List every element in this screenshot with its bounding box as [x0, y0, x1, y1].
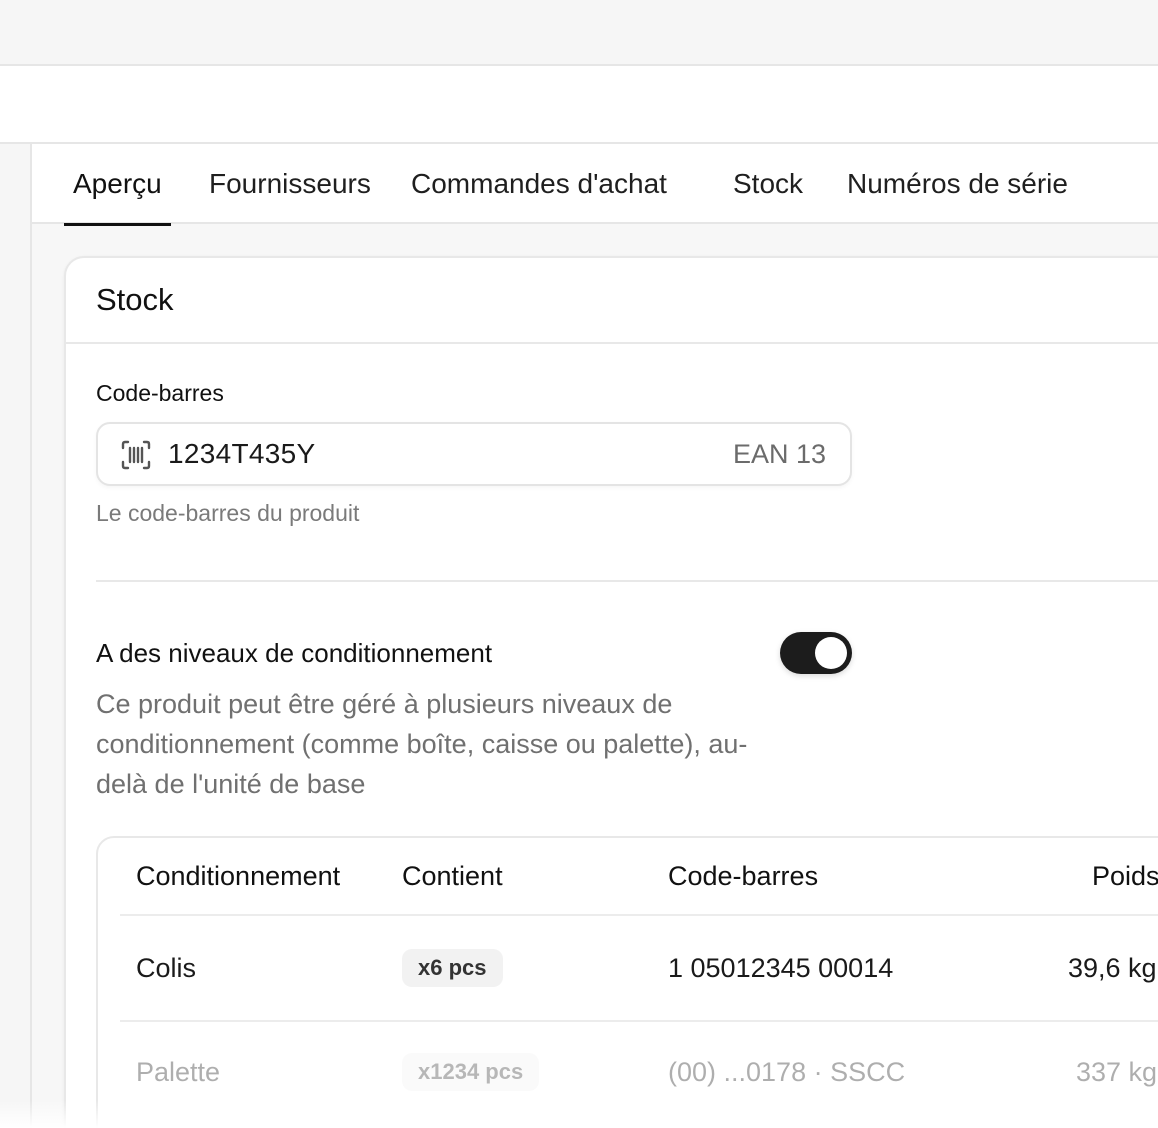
tab-numeros-serie[interactable]: Numéros de série — [847, 144, 1068, 224]
packaging-toggle[interactable] — [780, 632, 852, 674]
row-divider — [120, 1020, 1158, 1022]
tab-apercu[interactable]: Aperçu — [64, 144, 171, 226]
card-title: Stock — [66, 258, 1158, 344]
tab-label: Commandes d'achat — [411, 168, 667, 199]
tab-fournisseurs[interactable]: Fournisseurs — [209, 144, 371, 224]
main-content: Aperçu Fournisseurs Commandes d'achat St… — [32, 144, 1158, 1128]
tab-label: Stock — [733, 168, 804, 199]
column-header: Conditionnement — [136, 860, 341, 891]
tab-bar: Aperçu Fournisseurs Commandes d'achat St… — [32, 144, 1158, 226]
column-header: Contient — [402, 860, 503, 891]
cell-weight: 39,6 kg — [1068, 952, 1157, 983]
tab-label: Fournisseurs — [209, 168, 371, 199]
barcode-input[interactable]: 1234T435Y EAN 13 — [96, 422, 852, 486]
contains-badge: x6 pcs — [402, 949, 503, 987]
tab-label: Aperçu — [73, 168, 162, 199]
top-bar — [0, 0, 1158, 66]
packaging-title: A des niveaux de conditionnement — [96, 638, 493, 668]
tab-stock[interactable]: Stock — [733, 144, 803, 224]
barcode-icon — [121, 440, 151, 470]
tab-label: Numéros de série — [847, 168, 1068, 199]
cell-barcode: 1 05012345 00014 — [668, 952, 894, 983]
column-header: Poids — [1092, 860, 1158, 891]
left-sidebar-edge — [0, 144, 32, 1128]
barcode-type: EAN 13 — [732, 438, 826, 469]
column-header: Code-barres — [668, 860, 819, 891]
sub-header — [0, 66, 1158, 144]
cell-contains: x6 pcs — [402, 918, 503, 1018]
barcode-value: 1234T435Y — [168, 438, 316, 469]
packaging-description: Ce produit peut être géré à plusieurs ni… — [96, 689, 748, 799]
tab-commandes-achat[interactable]: Commandes d'achat — [411, 144, 667, 224]
toggle-knob — [815, 637, 847, 669]
bottom-fade — [0, 1100, 1158, 1128]
stock-card: Stock Code-barres 1234T435Y EAN 13 Le co… — [64, 256, 1158, 1128]
contains-badge: x1234 pcs — [402, 1053, 540, 1091]
section-divider — [96, 580, 1158, 582]
packaging-table: Conditionnement Contient Code-barres Poi… — [96, 836, 1158, 1128]
barcode-helper-text: Le code-barres du produit — [96, 500, 360, 526]
header-divider — [120, 914, 1158, 916]
barcode-label: Code-barres — [96, 380, 224, 406]
cell-packaging: Colis — [136, 952, 197, 983]
